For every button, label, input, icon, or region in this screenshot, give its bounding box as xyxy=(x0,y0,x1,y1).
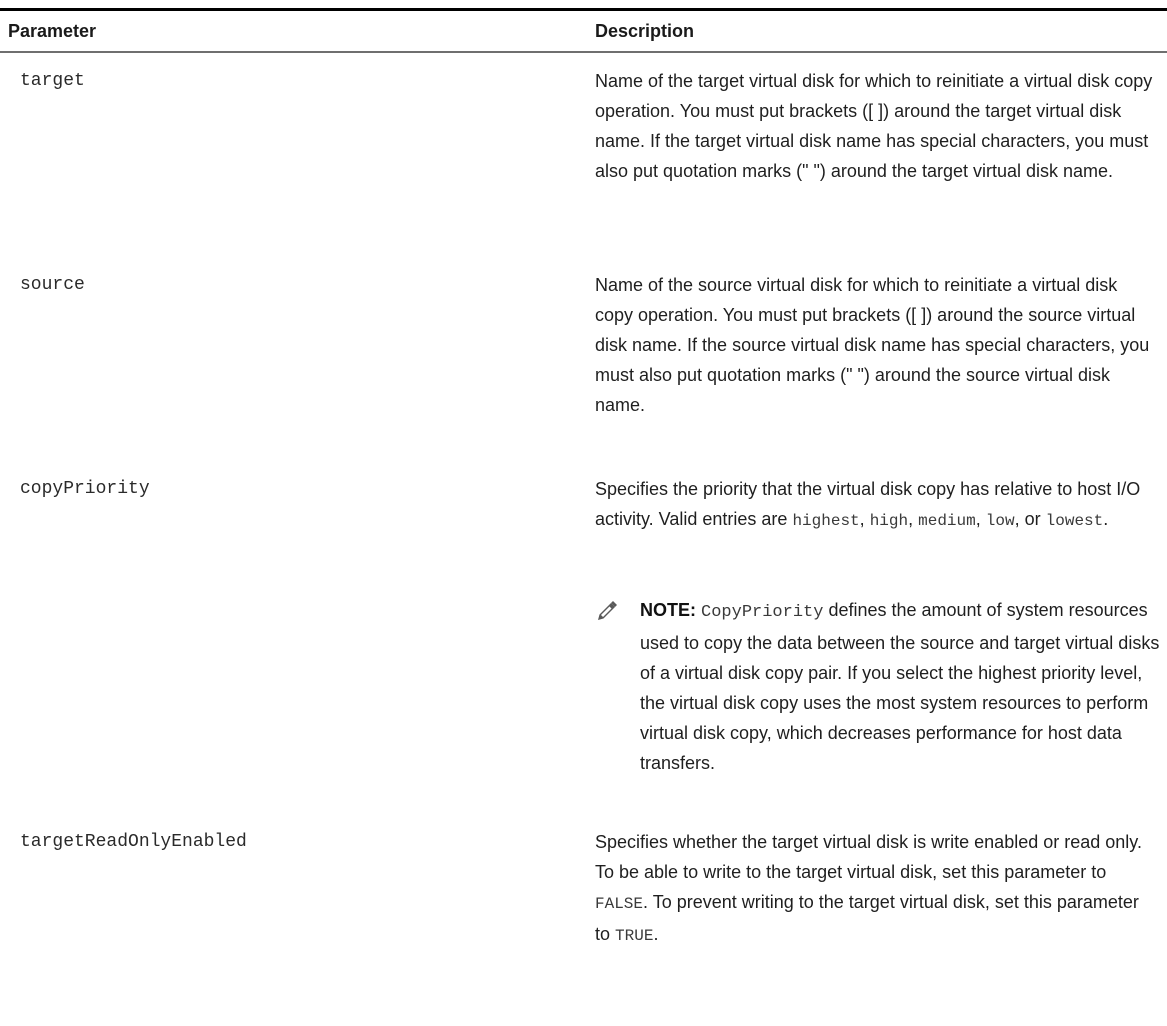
param-desc-source: Name of the source virtual disk for whic… xyxy=(595,275,1150,415)
value-highest: highest xyxy=(792,512,860,530)
header-rule xyxy=(0,51,1167,53)
value-true: TRUE xyxy=(615,927,654,945)
note-code: CopyPriority xyxy=(701,603,824,622)
value-lowest: lowest xyxy=(1045,512,1104,530)
param-name-targetreadonlyenabled: targetReadOnlyEnabled xyxy=(20,832,247,852)
header-cell-description: Description xyxy=(595,21,695,41)
param-name-target: target xyxy=(20,71,85,91)
desc-part2: . To prevent writing to the target virtu… xyxy=(595,892,1139,944)
value-low: low xyxy=(985,512,1015,530)
pencil-note-icon xyxy=(595,599,619,623)
desc-conjunction: or xyxy=(1024,509,1041,529)
note-text: defines the amount of system resources u… xyxy=(640,600,1160,773)
value-medium: medium xyxy=(918,512,976,530)
param-desc-targetreadonlyenabled: Specifies whether the target virtual dis… xyxy=(595,832,1142,945)
param-name-source: source xyxy=(20,275,85,295)
header-cell-parameter: Parameter xyxy=(8,21,97,41)
note-label: NOTE: xyxy=(640,600,696,620)
note-block: NOTE: CopyPriority defines the amount of… xyxy=(640,595,1160,778)
value-high: high xyxy=(869,512,909,530)
param-desc-target: Name of the target virtual disk for whic… xyxy=(595,71,1153,181)
value-false: FALSE xyxy=(595,895,644,913)
desc-part1: Specifies whether the target virtual dis… xyxy=(595,832,1142,882)
param-name-copypriority: copyPriority xyxy=(20,479,150,499)
top-rule xyxy=(0,8,1167,11)
param-desc-copypriority: Specifies the priority that the virtual … xyxy=(595,479,1141,530)
